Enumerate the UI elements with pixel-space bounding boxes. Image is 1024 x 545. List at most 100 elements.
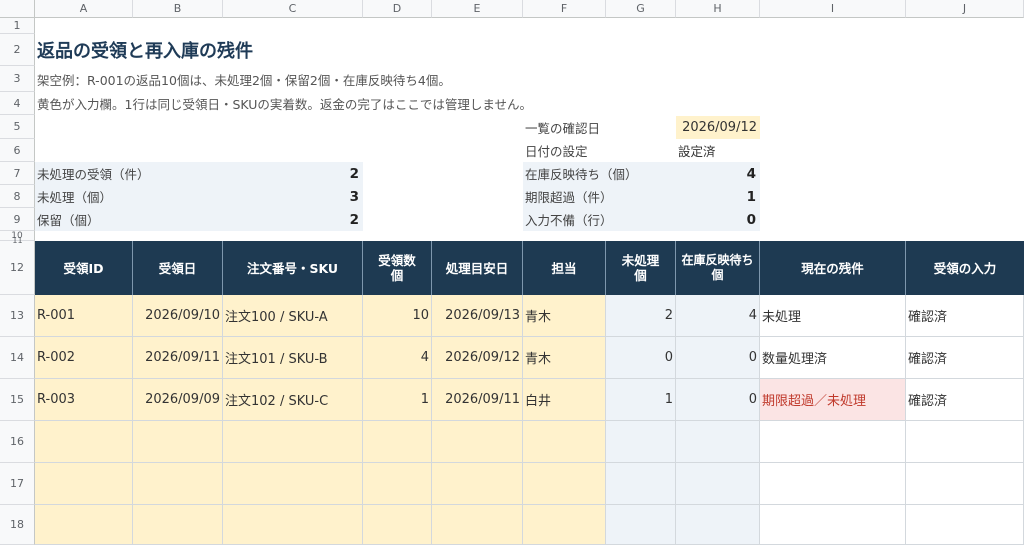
table-cell-unprocessed[interactable]: 2 [606, 295, 676, 337]
column-header-d[interactable]: D [363, 0, 432, 18]
confirm-date-input[interactable]: 2026/09/12 [676, 116, 760, 139]
table-cell-qty[interactable]: 1 [363, 379, 432, 421]
table-cell-order[interactable]: 注文102 / SKU-C [223, 379, 363, 421]
table-cell-pending[interactable]: 0 [676, 337, 760, 379]
empty-input-cell[interactable] [133, 463, 223, 505]
th-received-qty: 受領数 個 [363, 241, 432, 295]
row-header-9[interactable]: 9 [0, 208, 35, 231]
empty-calc-cell[interactable] [676, 505, 760, 545]
empty-input-cell[interactable] [363, 463, 432, 505]
table-cell-id[interactable]: R-001 [35, 295, 133, 337]
table-cell-qty[interactable]: 10 [363, 295, 432, 337]
empty-input-cell[interactable] [363, 421, 432, 463]
empty-input-cell[interactable] [523, 421, 606, 463]
empty-cell[interactable] [760, 505, 906, 545]
row-header-8[interactable]: 8 [0, 185, 35, 208]
table-cell-date[interactable]: 2026/09/10 [133, 295, 223, 337]
empty-calc-cell[interactable] [606, 505, 676, 545]
empty-input-cell[interactable] [223, 421, 363, 463]
row-header-1[interactable]: 1 [0, 18, 35, 34]
page-title: 返品の受領と再入庫の残件 [37, 41, 253, 62]
table-cell-owner[interactable]: 白井 [523, 379, 606, 421]
row-header-7[interactable]: 7 [0, 162, 35, 185]
empty-cell[interactable] [906, 505, 1024, 545]
th-due-date: 処理目安日 [432, 241, 523, 295]
row-header-15[interactable]: 15 [0, 379, 35, 421]
confirm-date-label: 一覧の確認日 [525, 121, 601, 136]
select-all-corner[interactable] [0, 0, 35, 18]
empty-input-cell[interactable] [35, 421, 133, 463]
column-header-e[interactable]: E [432, 0, 523, 18]
table-cell-due[interactable]: 2026/09/13 [432, 295, 523, 337]
column-header-b[interactable]: B [133, 0, 223, 18]
table-cell-owner[interactable]: 青木 [523, 337, 606, 379]
column-header-i[interactable]: I [760, 0, 906, 18]
empty-input-cell[interactable] [35, 505, 133, 545]
empty-input-cell[interactable] [223, 463, 363, 505]
empty-calc-cell[interactable] [676, 463, 760, 505]
row-header-17[interactable]: 17 [0, 463, 35, 505]
overdue-value: 1 [746, 188, 756, 205]
empty-cell[interactable] [760, 463, 906, 505]
row-header-2[interactable]: 2 [0, 34, 35, 66]
row-header-4[interactable]: 4 [0, 92, 35, 115]
row-header-6[interactable]: 6 [0, 139, 35, 162]
empty-input-cell[interactable] [35, 463, 133, 505]
empty-calc-cell[interactable] [606, 421, 676, 463]
row-header-18[interactable]: 18 [0, 505, 35, 545]
table-cell-status-alert[interactable]: 期限超過／未処理 [760, 379, 906, 421]
table-cell-qty[interactable]: 4 [363, 337, 432, 379]
table-cell-status[interactable]: 数量処理済 [760, 337, 906, 379]
empty-input-cell[interactable] [432, 421, 523, 463]
empty-input-cell[interactable] [523, 463, 606, 505]
th-current-status: 現在の残件 [760, 241, 906, 295]
table-cell-order[interactable]: 注文101 / SKU-B [223, 337, 363, 379]
column-header-g[interactable]: G [606, 0, 676, 18]
column-header-c[interactable]: C [223, 0, 363, 18]
column-header-h[interactable]: H [676, 0, 760, 18]
table-cell-pending[interactable]: 4 [676, 295, 760, 337]
table-cell-id[interactable]: R-002 [35, 337, 133, 379]
hold-value: 2 [349, 211, 359, 228]
table-cell-input[interactable]: 確認済 [906, 379, 1024, 421]
empty-calc-cell[interactable] [676, 421, 760, 463]
table-cell-status[interactable]: 未処理 [760, 295, 906, 337]
table-cell-owner[interactable]: 青木 [523, 295, 606, 337]
empty-input-cell[interactable] [223, 505, 363, 545]
empty-input-cell[interactable] [523, 505, 606, 545]
table-cell-date[interactable]: 2026/09/09 [133, 379, 223, 421]
table-cell-due[interactable]: 2026/09/11 [432, 379, 523, 421]
table-cell-input[interactable]: 確認済 [906, 337, 1024, 379]
overdue-label: 期限超過（件） [525, 190, 613, 205]
empty-calc-cell[interactable] [606, 463, 676, 505]
empty-input-cell[interactable] [133, 421, 223, 463]
pending-stock-label: 在庫反映待ち（個） [525, 167, 638, 182]
table-cell-unprocessed[interactable]: 0 [606, 337, 676, 379]
empty-input-cell[interactable] [432, 505, 523, 545]
th-pending-stock: 在庫反映待ち 個 [676, 241, 760, 295]
empty-input-cell[interactable] [363, 505, 432, 545]
row-header-13[interactable]: 13 [0, 295, 35, 337]
table-cell-input[interactable]: 確認済 [906, 295, 1024, 337]
empty-cell[interactable] [760, 421, 906, 463]
incomplete-value: 0 [746, 211, 756, 228]
table-cell-unprocessed[interactable]: 1 [606, 379, 676, 421]
empty-cell[interactable] [906, 421, 1024, 463]
empty-input-cell[interactable] [432, 463, 523, 505]
table-cell-due[interactable]: 2026/09/12 [432, 337, 523, 379]
table-cell-date[interactable]: 2026/09/11 [133, 337, 223, 379]
column-header-f[interactable]: F [523, 0, 606, 18]
empty-cell[interactable] [906, 463, 1024, 505]
row-header-12[interactable]: 12 [0, 241, 35, 295]
row-header-14[interactable]: 14 [0, 337, 35, 379]
row-header-16[interactable]: 16 [0, 421, 35, 463]
column-header-a[interactable]: A [35, 0, 133, 18]
table-cell-order[interactable]: 注文100 / SKU-A [223, 295, 363, 337]
table-cell-pending[interactable]: 0 [676, 379, 760, 421]
column-header-j[interactable]: J [906, 0, 1024, 18]
table-cell-id[interactable]: R-003 [35, 379, 133, 421]
empty-input-cell[interactable] [133, 505, 223, 545]
unprocessed-receipts-value: 2 [349, 165, 359, 182]
row-header-5[interactable]: 5 [0, 115, 35, 139]
row-header-3[interactable]: 3 [0, 66, 35, 92]
